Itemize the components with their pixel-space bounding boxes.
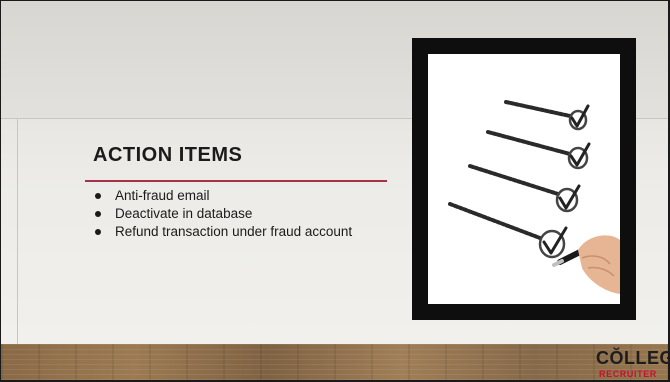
- list-item: Deactivate in database: [95, 205, 375, 222]
- list-item-text: Deactivate in database: [115, 206, 253, 221]
- list-item: Anti-fraud email: [95, 187, 375, 204]
- list-item: Refund transaction under fraud account: [95, 223, 375, 240]
- title-underline: [85, 180, 387, 182]
- bullet-icon: [95, 193, 101, 199]
- frame-edge: [17, 119, 18, 344]
- list-item-text: Anti-fraud email: [115, 188, 210, 203]
- list-item-text: Refund transaction under fraud account: [115, 224, 353, 239]
- slide-title: ACTION ITEMS: [93, 144, 243, 166]
- slide: ACTION ITEMS Anti-fraud email Deactivate…: [1, 1, 668, 380]
- checklist-icon: [448, 100, 620, 294]
- college-recruiter-logo: CŎLLEGE RECRUITER: [596, 346, 668, 380]
- photo-frame: [412, 38, 636, 320]
- logo-text-college: CŎLLEGE: [596, 348, 668, 368]
- wood-floor-band: [1, 344, 668, 380]
- checklist-image: [428, 54, 620, 304]
- logo-text-recruiter: RECRUITER: [599, 369, 657, 379]
- bullet-icon: [95, 229, 101, 235]
- action-items-list: Anti-fraud email Deactivate in database …: [95, 187, 375, 241]
- bullet-icon: [95, 211, 101, 217]
